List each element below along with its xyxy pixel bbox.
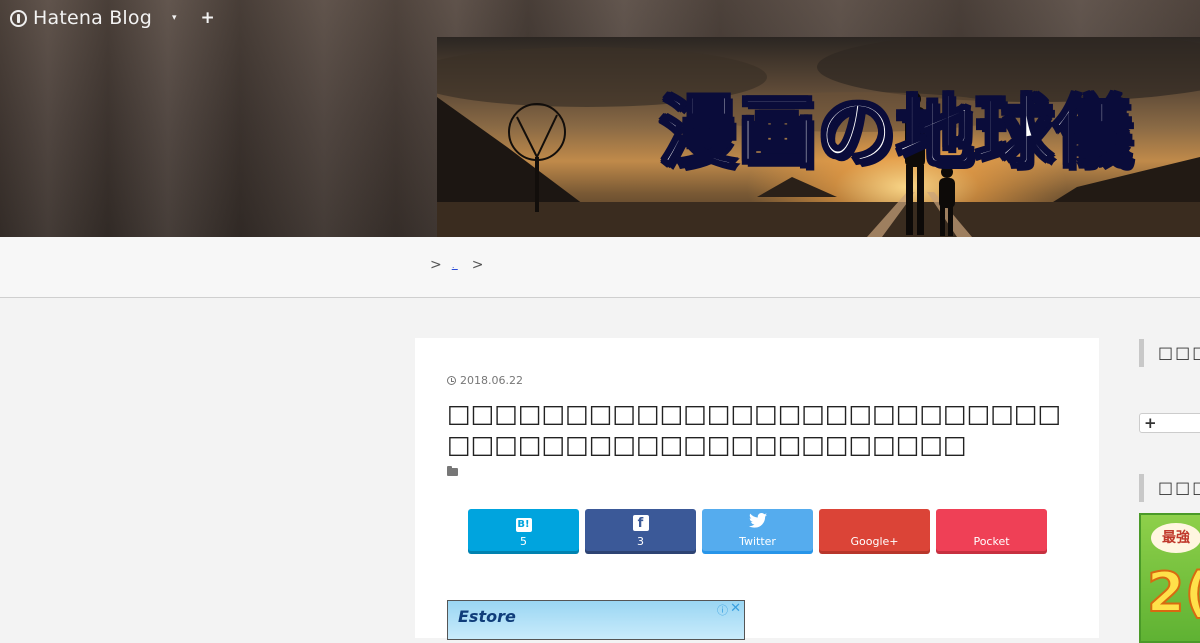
breadcrumb: > ． > bbox=[430, 257, 493, 273]
blog-title[interactable]: 漫画の地球儀 bbox=[657, 87, 1133, 180]
plus-icon[interactable]: + bbox=[201, 8, 215, 28]
hatena-bookmark-button[interactable]: B! 5 bbox=[468, 509, 579, 551]
breadcrumb-link[interactable]: ． bbox=[452, 261, 458, 270]
entry-date-text[interactable]: 2018.06.22 bbox=[460, 374, 523, 387]
share-count: 5 bbox=[520, 535, 527, 548]
breadcrumb-bar: > ． > bbox=[0, 237, 1200, 298]
google-plus-share-button[interactable]: Google+ bbox=[819, 509, 930, 551]
ad-info-icon[interactable]: ⓘ bbox=[717, 602, 728, 618]
twitter-bird-icon bbox=[702, 513, 813, 532]
article-card: 2018.06.22 □□□□□□□□□□□□□□□□□□□□□□□□□□□□□… bbox=[415, 338, 1099, 640]
caret-down-icon[interactable]: ▾ bbox=[172, 13, 177, 23]
sidebar-heading: □□□□ bbox=[1139, 339, 1200, 367]
sidebar-advertisement[interactable]: 最強 2( bbox=[1139, 513, 1200, 643]
hatena-global-bar: Hatena Blog ▾ + bbox=[10, 6, 215, 30]
estore-logo: Estore bbox=[458, 607, 516, 626]
share-count: 3 bbox=[637, 535, 644, 548]
entry-title[interactable]: □□□□□□□□□□□□□□□□□□□□□□□□□□□□□□□□□□□□□□□□… bbox=[447, 398, 1067, 460]
hatena-logo-icon[interactable] bbox=[10, 9, 27, 27]
share-label: Pocket bbox=[973, 535, 1010, 548]
hatena-bookmark-icon: B! bbox=[515, 518, 532, 532]
share-buttons: B! 5 f 3 Twitter Google+ Pocket bbox=[468, 509, 1047, 551]
header-banner-image[interactable]: 漫画の地球儀 bbox=[437, 37, 1200, 237]
hatena-blog-logo[interactable]: Hatena Blog bbox=[33, 7, 152, 29]
folder-icon bbox=[447, 466, 458, 476]
share-label: Google+ bbox=[850, 535, 899, 548]
breadcrumb-separator: > bbox=[471, 257, 484, 273]
ad-close-icon[interactable]: ✕ bbox=[730, 601, 741, 616]
share-label: Twitter bbox=[739, 535, 776, 548]
ad-number: 2( bbox=[1146, 561, 1200, 624]
entry-date: 2018.06.22 bbox=[447, 374, 523, 387]
follow-button[interactable]: + bbox=[1139, 413, 1200, 433]
breadcrumb-separator: > bbox=[430, 257, 442, 273]
pocket-share-button[interactable]: Pocket bbox=[936, 509, 1047, 551]
plus-icon: + bbox=[1144, 414, 1157, 432]
advertisement-banner[interactable]: Estore ⓘ ✕ bbox=[447, 600, 745, 640]
ad-badge: 最強 bbox=[1151, 523, 1200, 553]
facebook-icon: f bbox=[632, 515, 649, 531]
facebook-share-button[interactable]: f 3 bbox=[585, 509, 696, 551]
blog-header: Hatena Blog ▾ + 漫画の地球儀 bbox=[0, 0, 1200, 237]
twitter-share-button[interactable]: Twitter bbox=[702, 509, 813, 551]
sidebar-heading: □□□□ bbox=[1139, 474, 1200, 502]
clock-icon bbox=[447, 376, 456, 385]
